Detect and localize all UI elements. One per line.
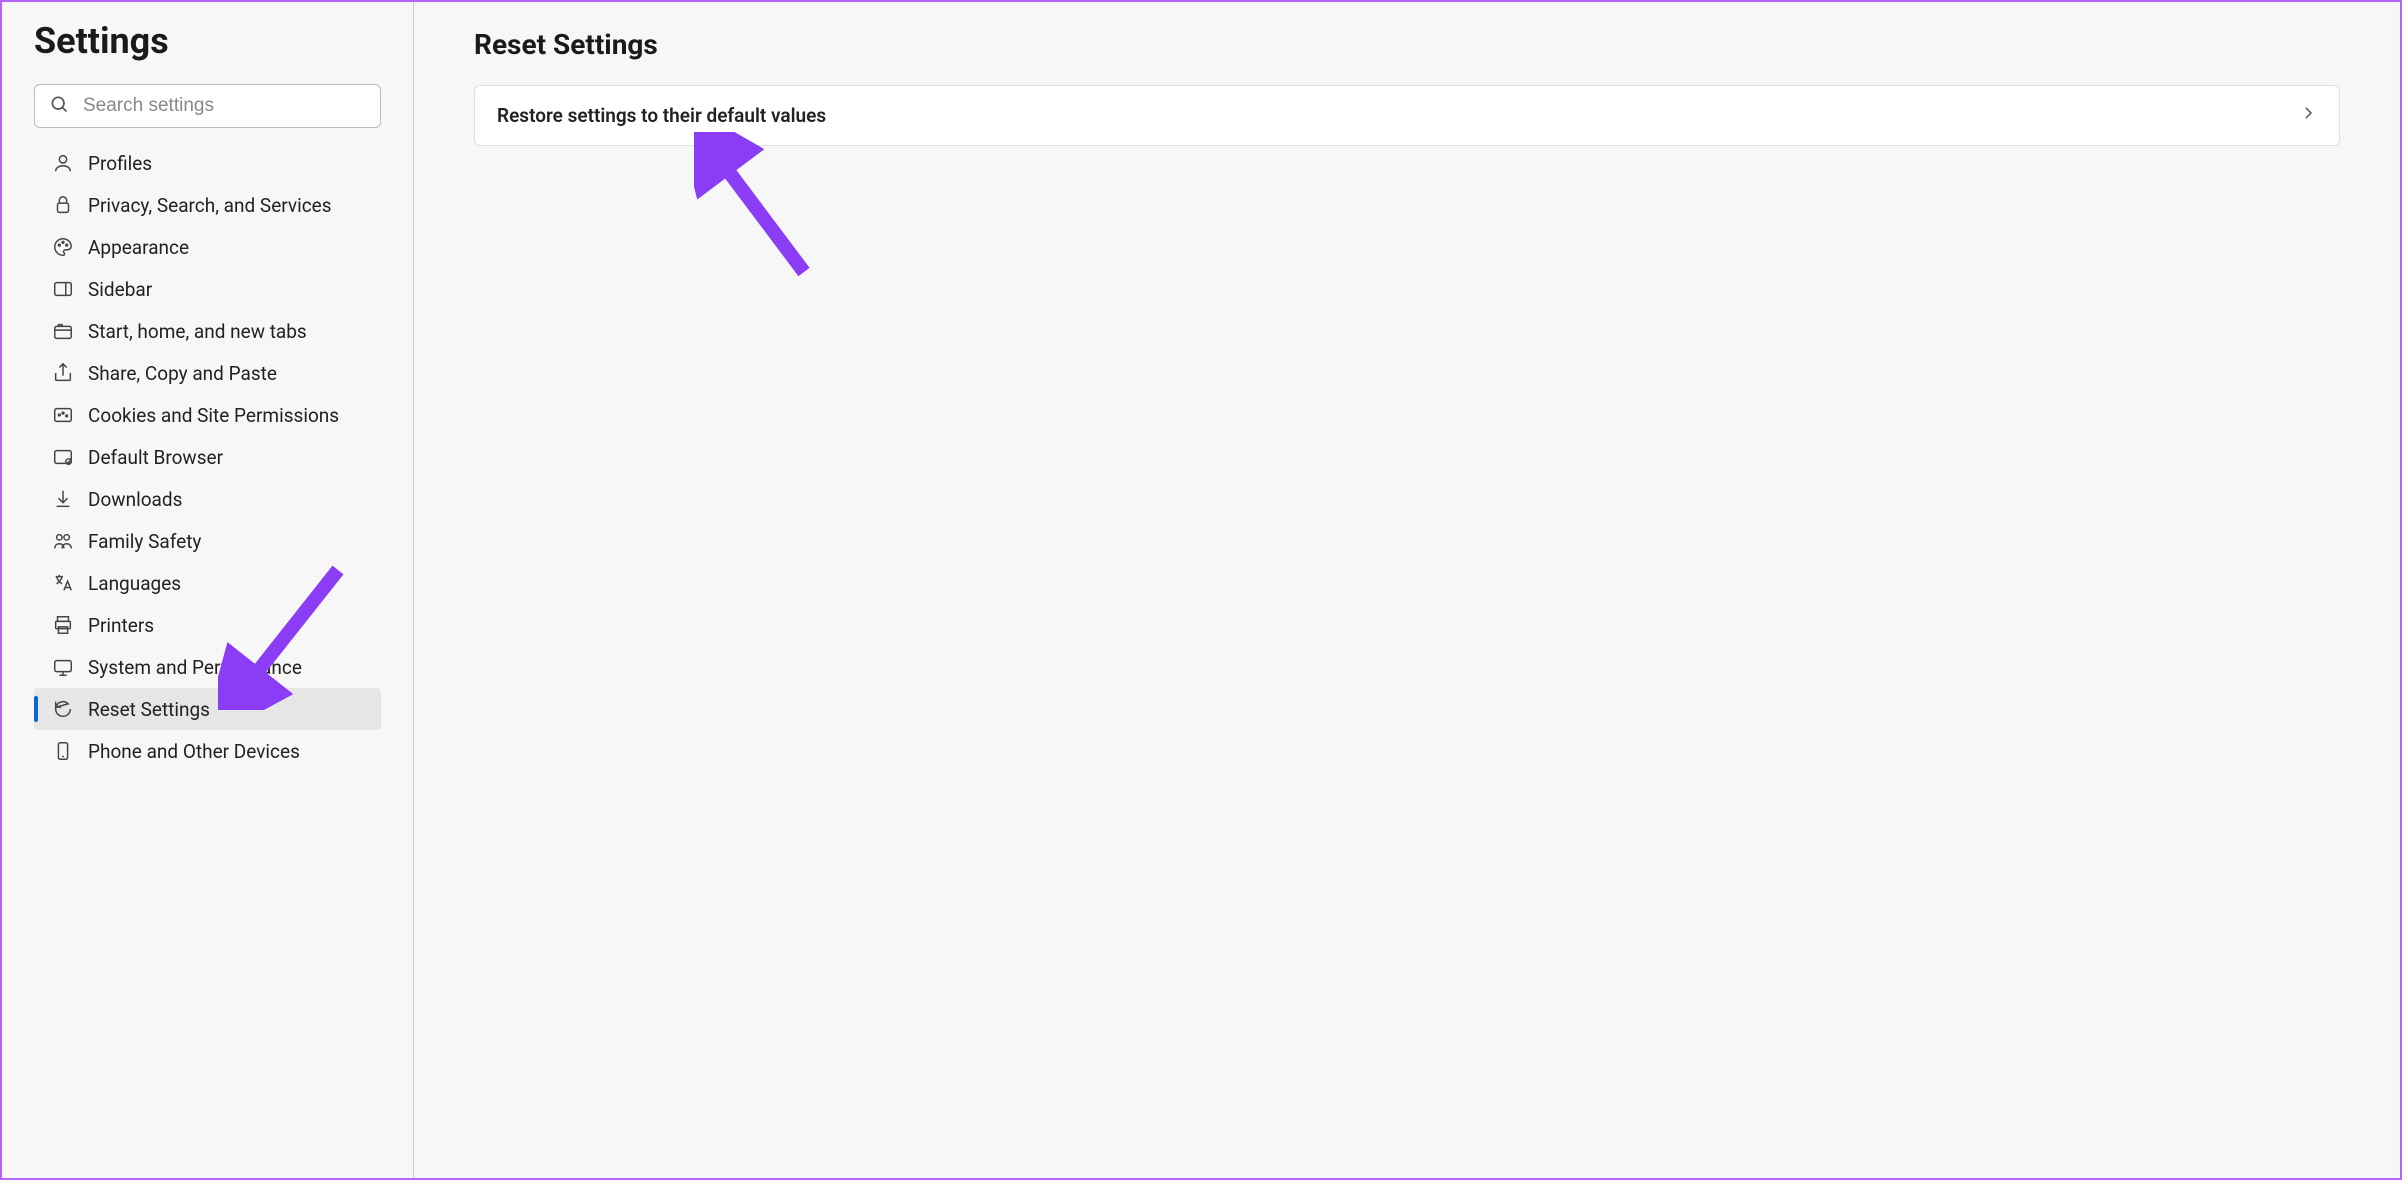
sidebar-item-label: Sidebar xyxy=(88,278,152,301)
sidebar-item-label: Phone and Other Devices xyxy=(88,740,300,763)
phone-icon xyxy=(52,740,74,762)
page-title: Reset Settings xyxy=(474,28,2340,61)
sidebar-item-label: Downloads xyxy=(88,488,182,511)
sidebar-item-label: Family Safety xyxy=(88,530,201,553)
sidebar-item-sidebar[interactable]: Sidebar xyxy=(34,268,381,310)
sidebar-item-label: Languages xyxy=(88,572,181,595)
sidebar-item-downloads[interactable]: Downloads xyxy=(34,478,381,520)
sidebar-item-languages[interactable]: Languages xyxy=(34,562,381,604)
sidebar-item-profiles[interactable]: Profiles xyxy=(34,142,381,184)
sidebar-item-phone-and-other-devices[interactable]: Phone and Other Devices xyxy=(34,730,381,772)
sidebar-item-label: Printers xyxy=(88,614,154,637)
sidebar-item-start-home-and-new-tabs[interactable]: Start, home, and new tabs xyxy=(34,310,381,352)
sidebar-item-label: Privacy, Search, and Services xyxy=(88,194,332,217)
sidebar-item-reset-settings[interactable]: Reset Settings xyxy=(34,688,381,730)
sidebar-item-label: Appearance xyxy=(88,236,189,259)
chevron-right-icon xyxy=(2299,104,2317,127)
sidebar-item-label: Default Browser xyxy=(88,446,223,469)
sidebar-icon xyxy=(52,278,74,300)
lock-icon xyxy=(52,194,74,216)
sidebar-item-family-safety[interactable]: Family Safety xyxy=(34,520,381,562)
sidebar-nav: Profiles Privacy, Search, and Services App… xyxy=(34,142,381,772)
reset-icon xyxy=(52,698,74,720)
sidebar-item-label: Cookies and Site Permissions xyxy=(88,404,339,427)
sidebar-item-label: Start, home, and new tabs xyxy=(88,320,307,343)
search-field[interactable] xyxy=(34,84,381,128)
palette-icon xyxy=(52,236,74,258)
default-icon xyxy=(52,446,74,468)
family-icon xyxy=(52,530,74,552)
cookies-icon xyxy=(52,404,74,426)
sidebar-item-appearance[interactable]: Appearance xyxy=(34,226,381,268)
sidebar-item-cookies-and-site-permissions[interactable]: Cookies and Site Permissions xyxy=(34,394,381,436)
sidebar-item-label: System and Performance xyxy=(88,656,302,679)
language-icon xyxy=(52,572,74,594)
sidebar-item-label: Reset Settings xyxy=(88,698,210,721)
sidebar-item-label: Share, Copy and Paste xyxy=(88,362,277,385)
system-icon xyxy=(52,656,74,678)
restore-defaults-label: Restore settings to their default values xyxy=(497,104,826,127)
sidebar-item-privacy-search-and-services[interactable]: Privacy, Search, and Services xyxy=(34,184,381,226)
printer-icon xyxy=(52,614,74,636)
profile-icon xyxy=(52,152,74,174)
sidebar-item-share-copy-and-paste[interactable]: Share, Copy and Paste xyxy=(34,352,381,394)
restore-defaults-row[interactable]: Restore settings to their default values xyxy=(474,85,2340,146)
download-icon xyxy=(52,488,74,510)
sidebar-item-label: Profiles xyxy=(88,152,152,175)
settings-sidebar: Settings Profiles Privacy, Search, and Se… xyxy=(2,2,414,1178)
share-icon xyxy=(52,362,74,384)
sidebar-item-default-browser[interactable]: Default Browser xyxy=(34,436,381,478)
sidebar-item-printers[interactable]: Printers xyxy=(34,604,381,646)
sidebar-item-system-and-performance[interactable]: System and Performance xyxy=(34,646,381,688)
search-icon xyxy=(49,94,69,118)
tabs-icon xyxy=(52,320,74,342)
main-pane: Reset Settings Restore settings to their… xyxy=(414,2,2400,1178)
search-input[interactable] xyxy=(83,95,366,117)
sidebar-title: Settings xyxy=(34,20,381,62)
annotation-arrow-main xyxy=(694,132,814,282)
